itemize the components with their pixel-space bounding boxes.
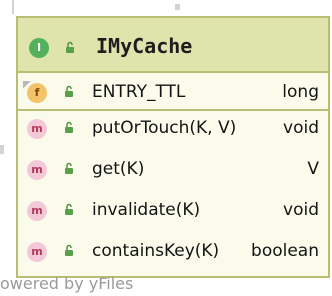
method-name: putOrTouch(K, V) xyxy=(92,118,237,138)
class-header: I IMyCache xyxy=(18,18,328,73)
method-icon: m xyxy=(27,242,47,262)
edge-fragment-top-left xyxy=(12,0,14,14)
method-return-type: void xyxy=(283,200,319,220)
field-type: long xyxy=(282,82,319,102)
public-lock-icon xyxy=(65,244,73,256)
method-row[interactable]: m putOrTouch(K, V) void xyxy=(18,111,328,145)
field-name: ENTRY_TTL xyxy=(92,82,186,102)
method-icon: m xyxy=(27,160,47,180)
public-lock-icon xyxy=(65,203,73,215)
method-return-type: void xyxy=(283,118,319,138)
edge-fragment-left xyxy=(0,145,4,154)
public-lock-icon xyxy=(65,162,73,174)
edge-fragment-top-mid xyxy=(175,4,180,10)
yfiles-watermark: owered by yFiles xyxy=(0,274,134,293)
method-icon: m xyxy=(27,201,47,221)
public-lock-icon xyxy=(65,121,73,133)
method-icon: m xyxy=(27,119,47,139)
method-return-type: V xyxy=(307,159,319,179)
method-name: containsKey(K) xyxy=(92,241,220,261)
interface-icon: I xyxy=(29,38,49,58)
method-row[interactable]: m get(K) V xyxy=(18,152,328,186)
method-return-type: boolean xyxy=(251,241,319,261)
field-icon: f xyxy=(23,81,47,103)
class-box[interactable]: I IMyCache f ENTRY_TTL long m putOrTouch… xyxy=(16,16,330,278)
public-lock-icon xyxy=(65,85,73,97)
public-lock-icon xyxy=(66,41,74,53)
class-title: IMyCache xyxy=(96,34,193,58)
method-row[interactable]: m containsKey(K) boolean xyxy=(18,234,328,268)
method-name: invalidate(K) xyxy=(92,200,201,220)
method-row[interactable]: m invalidate(K) void xyxy=(18,193,328,227)
method-name: get(K) xyxy=(92,159,145,179)
field-row[interactable]: f ENTRY_TTL long xyxy=(18,75,328,111)
